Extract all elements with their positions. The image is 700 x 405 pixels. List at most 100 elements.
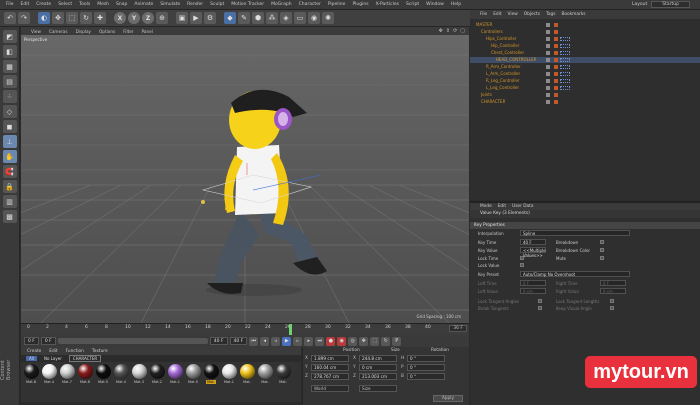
keep-visual-angle-checkbox[interactable] <box>610 306 614 310</box>
undo-icon[interactable]: ↶ <box>4 12 16 24</box>
live-selection-icon[interactable]: ◐ <box>38 12 50 24</box>
object-row[interactable]: HEAD_CONTROLLER <box>470 57 700 63</box>
keyframe-selection-icon[interactable]: ◎ <box>348 336 358 346</box>
rotation-p-field[interactable]: 0 ° <box>407 364 445 371</box>
x-axis-lock-button[interactable]: X <box>114 12 126 24</box>
coordinate-system-icon[interactable]: ⊕ <box>156 12 168 24</box>
points-mode-icon[interactable]: ⁘ <box>2 90 17 103</box>
previous-key-icon[interactable]: ◂ <box>260 336 270 346</box>
timeline-playhead[interactable] <box>289 324 292 335</box>
menu-snap[interactable]: Snap <box>116 2 127 7</box>
menu-pipeline[interactable]: Pipeline <box>328 2 346 7</box>
snap-icon[interactable]: 🧲 <box>2 165 17 178</box>
key-preset-dropdown[interactable]: Auto/Clamp No Overshoot <box>520 271 630 277</box>
mat-menu-function[interactable]: Function <box>66 349 84 354</box>
om-menu-edit[interactable]: Edit <box>493 12 501 17</box>
scale-key-icon[interactable]: ⬚ <box>370 336 380 346</box>
array-icon[interactable]: ⁂ <box>266 12 278 24</box>
tag-icon[interactable] <box>554 30 558 34</box>
position-key-icon[interactable]: ✥ <box>359 336 369 346</box>
visibility-icon[interactable] <box>546 79 550 83</box>
go-to-start-icon[interactable]: ⏮ <box>249 336 259 346</box>
content-browser-tab[interactable]: Content Browser <box>0 350 20 390</box>
object-row[interactable]: CHARACTER <box>470 99 700 105</box>
tag-icon[interactable] <box>554 58 558 62</box>
constraint-tag-icon[interactable] <box>560 79 570 83</box>
lock-tangent-angles-checkbox[interactable] <box>538 299 542 303</box>
preview-range-slider[interactable] <box>57 338 208 344</box>
menu-edit[interactable]: Edit <box>21 2 30 7</box>
tag-icon[interactable] <box>554 79 558 83</box>
object-row[interactable]: Chest_Controller <box>470 50 700 56</box>
tag-icon[interactable] <box>554 100 558 104</box>
next-frame-icon[interactable]: ▹ <box>293 336 303 346</box>
record-icon[interactable]: ● <box>326 336 336 346</box>
material-swatch[interactable]: Mat.1 <box>167 364 183 400</box>
layout-select[interactable]: Startup <box>651 1 690 8</box>
material-swatch[interactable]: Mat.4 <box>113 364 129 400</box>
object-row[interactable]: MASTER <box>470 22 700 28</box>
tag-icon[interactable] <box>554 65 558 69</box>
pan-icon[interactable]: ✥ <box>439 28 443 34</box>
attr-menu-user-data[interactable]: User Data <box>512 204 533 209</box>
visibility-icon[interactable] <box>546 37 550 41</box>
constraint-tag-icon[interactable] <box>560 86 570 90</box>
menu-animate[interactable]: Animate <box>134 2 153 7</box>
timeline-ruler[interactable]: 0 2 4 6 8 10 12 14 16 18 20 22 24 26 28 … <box>21 323 469 335</box>
material-swatch[interactable]: Mat. <box>257 364 273 400</box>
subdivision-icon[interactable]: ⬢ <box>252 12 264 24</box>
constraint-tag-icon[interactable] <box>560 72 570 76</box>
scale-icon[interactable]: ⬚ <box>66 12 78 24</box>
planar-workplane-icon[interactable]: ▥ <box>2 195 17 208</box>
object-row[interactable]: L_Leg_Controller <box>470 85 700 91</box>
menu-motion-tracker[interactable]: Motion Tracker <box>231 2 264 7</box>
right-value-field[interactable]: 0 cm <box>600 288 626 294</box>
vp-menu-view[interactable]: View <box>31 29 41 34</box>
tag-icon[interactable] <box>554 37 558 41</box>
lock-workplane-icon[interactable]: 🔒 <box>2 180 17 193</box>
move-icon[interactable]: ✥ <box>52 12 64 24</box>
constraint-tag-icon[interactable] <box>560 58 570 62</box>
lock-time-checkbox[interactable] <box>520 256 524 260</box>
vp-menu-panel[interactable]: Panel <box>142 29 153 34</box>
play-icon[interactable]: ▶ <box>282 336 292 346</box>
deformer-icon[interactable]: ◈ <box>280 12 292 24</box>
start-frame-field[interactable]: 0 F <box>24 337 39 345</box>
edges-mode-icon[interactable]: ◇ <box>2 105 17 118</box>
material-swatch[interactable]: Mat.4 <box>41 364 57 400</box>
constraint-tag-icon[interactable] <box>560 37 570 41</box>
material-swatch[interactable]: Mat.7 <box>59 364 75 400</box>
zoom-icon[interactable]: ⇕ <box>446 28 450 34</box>
model-mode-icon[interactable]: ◧ <box>2 45 17 58</box>
render-to-picture-viewer-icon[interactable]: ▶ <box>190 12 202 24</box>
object-row[interactable]: R_Leg_Controller <box>470 78 700 84</box>
left-time-field[interactable]: 0 F <box>520 280 546 286</box>
menu-render[interactable]: Render <box>187 2 203 7</box>
breakdown-checkbox[interactable] <box>600 240 604 244</box>
menu-mograph[interactable]: MoGraph <box>271 2 291 7</box>
menu-window[interactable]: Window <box>426 2 444 7</box>
tweak-mode-icon[interactable]: ✋ <box>2 150 17 163</box>
om-menu-file[interactable]: File <box>480 12 487 17</box>
om-menu-objects[interactable]: Objects <box>524 12 540 17</box>
mat-menu-edit[interactable]: Edit <box>49 349 57 354</box>
rotation-key-icon[interactable]: ↻ <box>381 336 391 346</box>
material-swatch[interactable]: Mat. <box>203 364 219 400</box>
position-z-field[interactable]: 278.767 cm <box>311 373 349 380</box>
menu-help[interactable]: Help <box>451 2 461 7</box>
tag-icon[interactable] <box>554 86 558 90</box>
make-editable-icon[interactable]: ◩ <box>2 30 17 43</box>
preview-start-field[interactable]: 0 F <box>40 337 56 345</box>
next-key-icon[interactable]: ▸ <box>304 336 314 346</box>
coordinate-mode-dropdown[interactable]: World <box>311 385 349 392</box>
filter-all[interactable]: All <box>26 356 37 361</box>
attr-menu-mode[interactable]: Mode <box>480 204 492 209</box>
menu-sculpt[interactable]: Sculpt <box>210 2 224 7</box>
material-swatch[interactable]: Mat.3 <box>131 364 147 400</box>
size-x-field[interactable]: 244.8 cm <box>359 355 397 362</box>
preview-end-field[interactable]: 40 F <box>209 337 228 345</box>
visibility-icon[interactable] <box>546 100 550 104</box>
om-menu-view[interactable]: View <box>508 12 518 17</box>
orbit-icon[interactable]: ⟳ <box>453 28 457 34</box>
enable-axis-icon[interactable]: ⊥ <box>2 135 17 148</box>
